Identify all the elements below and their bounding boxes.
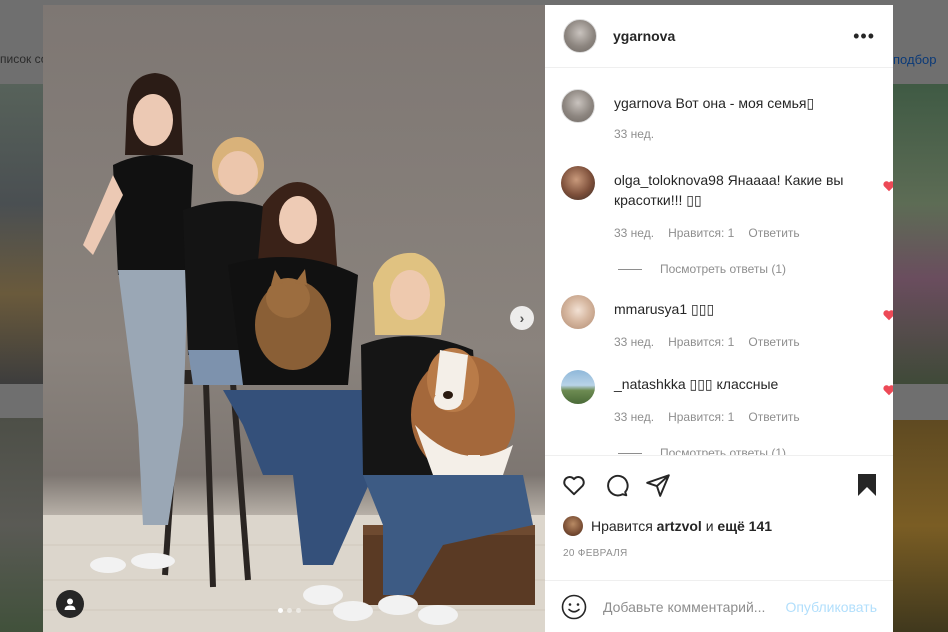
- heart-icon[interactable]: [882, 383, 893, 397]
- post-date: 20 ФЕВРАЛЯ: [563, 548, 628, 559]
- avatar[interactable]: [561, 370, 595, 404]
- bookmark-icon[interactable]: [855, 472, 879, 498]
- owner-username[interactable]: ygarnova: [613, 28, 675, 44]
- view-replies-button[interactable]: Посмотреть ответы (1): [618, 446, 786, 455]
- view-replies-button[interactable]: Посмотреть ответы (1): [618, 262, 786, 276]
- caption-text: Вот она - моя семья: [675, 95, 807, 111]
- background-thumbnail: [0, 418, 43, 632]
- reply-button[interactable]: Ответить: [748, 226, 799, 240]
- comment-time: 33 нед.: [614, 226, 655, 240]
- comment-icon[interactable]: [603, 472, 629, 498]
- background-text-left: писок со: [0, 52, 44, 66]
- comment-likes[interactable]: Нравится: 1: [668, 335, 734, 349]
- comment-time: 33 нед.: [614, 335, 655, 349]
- carousel-dot: [278, 608, 283, 613]
- carousel-indicator: [278, 608, 301, 613]
- more-icon: •••: [853, 26, 875, 46]
- reply-button[interactable]: Ответить: [748, 410, 799, 424]
- add-comment-bar: Опубликовать: [545, 580, 893, 632]
- background-thumbnail: [893, 420, 948, 632]
- avatar[interactable]: [561, 89, 595, 123]
- carousel-dot: [287, 608, 292, 613]
- caption-time: 33 нед.: [614, 127, 655, 141]
- comment-time: 33 нед.: [614, 410, 655, 424]
- post-panel: ygarnova ••• ygarnova Вот она - моя семь…: [545, 5, 893, 632]
- avatar[interactable]: [561, 166, 595, 200]
- heart-icon[interactable]: [882, 308, 893, 322]
- comment-likes[interactable]: Нравится: 1: [668, 226, 734, 240]
- comments-list: ygarnova Вот она - моя семья▯ 33 нед. ol…: [545, 69, 893, 455]
- next-photo-button[interactable]: ›: [510, 306, 534, 330]
- action-bar: Нравится artzvol и ещё 141 20 ФЕВРАЛЯ: [545, 455, 893, 580]
- post-photo[interactable]: [43, 5, 545, 632]
- carousel-dot: [296, 608, 301, 613]
- share-icon[interactable]: [645, 472, 671, 498]
- heart-icon[interactable]: [882, 179, 893, 193]
- publish-button[interactable]: Опубликовать: [785, 599, 877, 615]
- comment-username[interactable]: mmarusya1: [614, 301, 687, 317]
- post-header: ygarnova •••: [545, 5, 893, 68]
- reply-button[interactable]: Ответить: [748, 335, 799, 349]
- comment-text: классные: [712, 376, 779, 392]
- liker-username[interactable]: artzvol: [657, 518, 702, 534]
- background-thumbnail: [0, 84, 43, 384]
- comment-input[interactable]: [603, 598, 779, 615]
- heart-icon[interactable]: [561, 472, 587, 498]
- chevron-right-icon: ›: [519, 310, 525, 326]
- more-options-button[interactable]: •••: [853, 27, 875, 45]
- likes-count-button[interactable]: ещё 141: [717, 518, 772, 534]
- likes-summary: Нравится artzvol и ещё 141: [563, 516, 772, 536]
- avatar[interactable]: [561, 295, 595, 329]
- comment-likes[interactable]: Нравится: 1: [668, 410, 734, 424]
- background-thumbnail: [893, 84, 948, 384]
- user-tag-button[interactable]: [56, 590, 84, 618]
- caption-username[interactable]: ygarnova: [614, 95, 672, 111]
- comment-username[interactable]: olga_toloknova98: [614, 172, 724, 188]
- family-photo-illustration: [43, 73, 545, 632]
- emoji-icon[interactable]: [561, 594, 587, 620]
- avatar[interactable]: [563, 516, 583, 536]
- comment-username[interactable]: _natashkka: [614, 376, 686, 392]
- avatar[interactable]: [563, 19, 597, 53]
- user-tag-icon: [64, 598, 76, 610]
- background-link-right[interactable]: подбор: [893, 52, 948, 67]
